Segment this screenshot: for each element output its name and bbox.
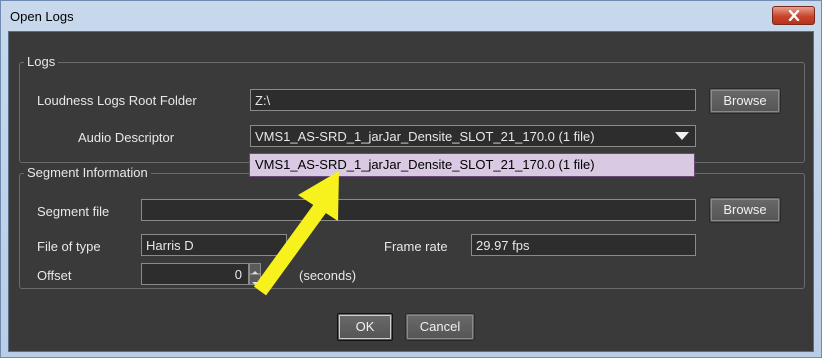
frame-rate-input[interactable]: 29.97 fps: [471, 234, 696, 256]
segment-file-label: Segment file: [37, 204, 110, 219]
audio-descriptor-value: VMS1_AS-SRD_1_jarJar_Densite_SLOT_21_170…: [255, 129, 595, 144]
segment-browse-button[interactable]: Browse: [709, 197, 781, 223]
title-bar[interactable]: Open Logs: [1, 1, 821, 31]
audio-descriptor-select[interactable]: VMS1_AS-SRD_1_jarJar_Densite_SLOT_21_170…: [250, 125, 696, 147]
logs-legend: Logs: [24, 54, 59, 69]
segment-browse-label: Browse: [723, 202, 767, 217]
cancel-button[interactable]: Cancel: [405, 313, 475, 341]
segment-legend: Segment Information: [24, 165, 151, 180]
offset-label: Offset: [37, 268, 72, 283]
dialog-body: Logs Loudness Logs Root Folder Z:\ Brows…: [8, 31, 814, 352]
audio-descriptor-dropdown-option[interactable]: VMS1_AS-SRD_1_jarJar_Densite_SLOT_21_170…: [249, 153, 695, 177]
chevron-down-icon: [675, 132, 689, 140]
ok-button[interactable]: OK: [337, 313, 393, 341]
segment-group: Segment Information: [19, 165, 805, 289]
root-folder-label: Loudness Logs Root Folder: [37, 93, 197, 108]
offset-input[interactable]: 0: [141, 263, 249, 285]
offset-spin-up[interactable]: [249, 263, 261, 274]
file-type-label: File of type: [37, 239, 101, 254]
frame-rate-label: Frame rate: [384, 239, 448, 254]
logs-browse-label: Browse: [723, 93, 767, 108]
arrow-down-icon: [252, 282, 258, 285]
close-icon: [788, 10, 800, 21]
segment-file-input[interactable]: [141, 199, 696, 221]
root-folder-input[interactable]: Z:\: [250, 89, 696, 111]
logs-browse-button[interactable]: Browse: [709, 88, 781, 114]
offset-unit: (seconds): [299, 268, 357, 283]
cancel-label: Cancel: [419, 319, 461, 334]
window-title: Open Logs: [10, 9, 74, 24]
open-logs-dialog: Open Logs Logs Loudness Logs Root Folder…: [0, 0, 822, 358]
close-button[interactable]: [772, 6, 815, 25]
file-type-input[interactable]: Harris D: [141, 234, 287, 256]
ok-label: OK: [355, 319, 375, 334]
audio-descriptor-label: Audio Descriptor: [78, 130, 175, 145]
logs-group: Logs: [19, 54, 805, 163]
offset-spin-down[interactable]: [249, 274, 261, 285]
